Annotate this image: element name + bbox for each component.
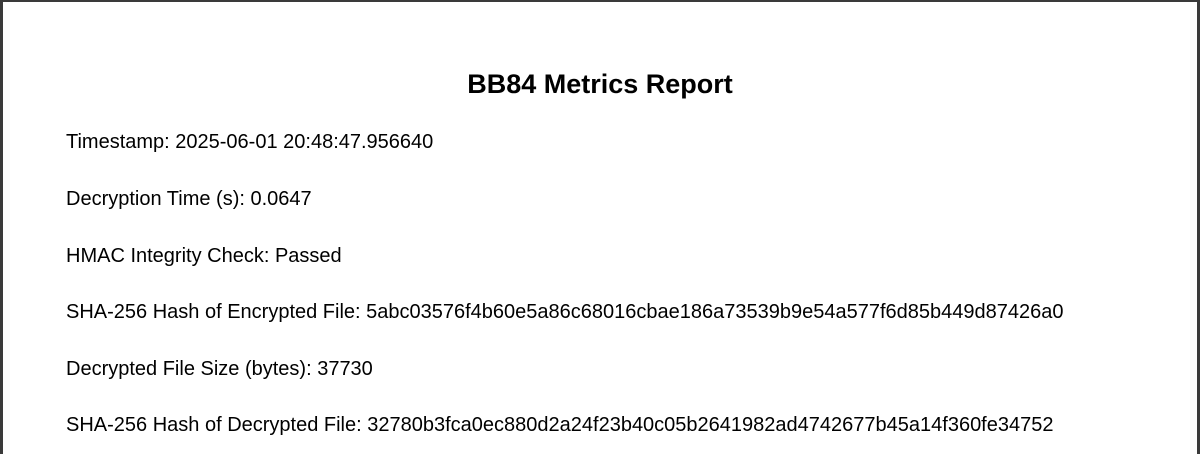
report-title: BB84 Metrics Report bbox=[467, 69, 733, 99]
encrypted-hash-line: SHA-256 Hash of Encrypted File: 5abc0357… bbox=[66, 301, 1064, 323]
decrypted-size-line: Decrypted File Size (bytes): 37730 bbox=[66, 358, 373, 380]
hmac-check-line: HMAC Integrity Check: Passed bbox=[66, 245, 342, 267]
decrypted-hash-line: SHA-256 Hash of Decrypted File: 32780b3f… bbox=[66, 414, 1054, 436]
document-page: BB84 Metrics Report Timestamp: 2025-06-0… bbox=[0, 0, 1200, 454]
timestamp-line: Timestamp: 2025-06-01 20:48:47.956640 bbox=[66, 131, 434, 153]
decryption-time-line: Decryption Time (s): 0.0647 bbox=[66, 188, 312, 210]
